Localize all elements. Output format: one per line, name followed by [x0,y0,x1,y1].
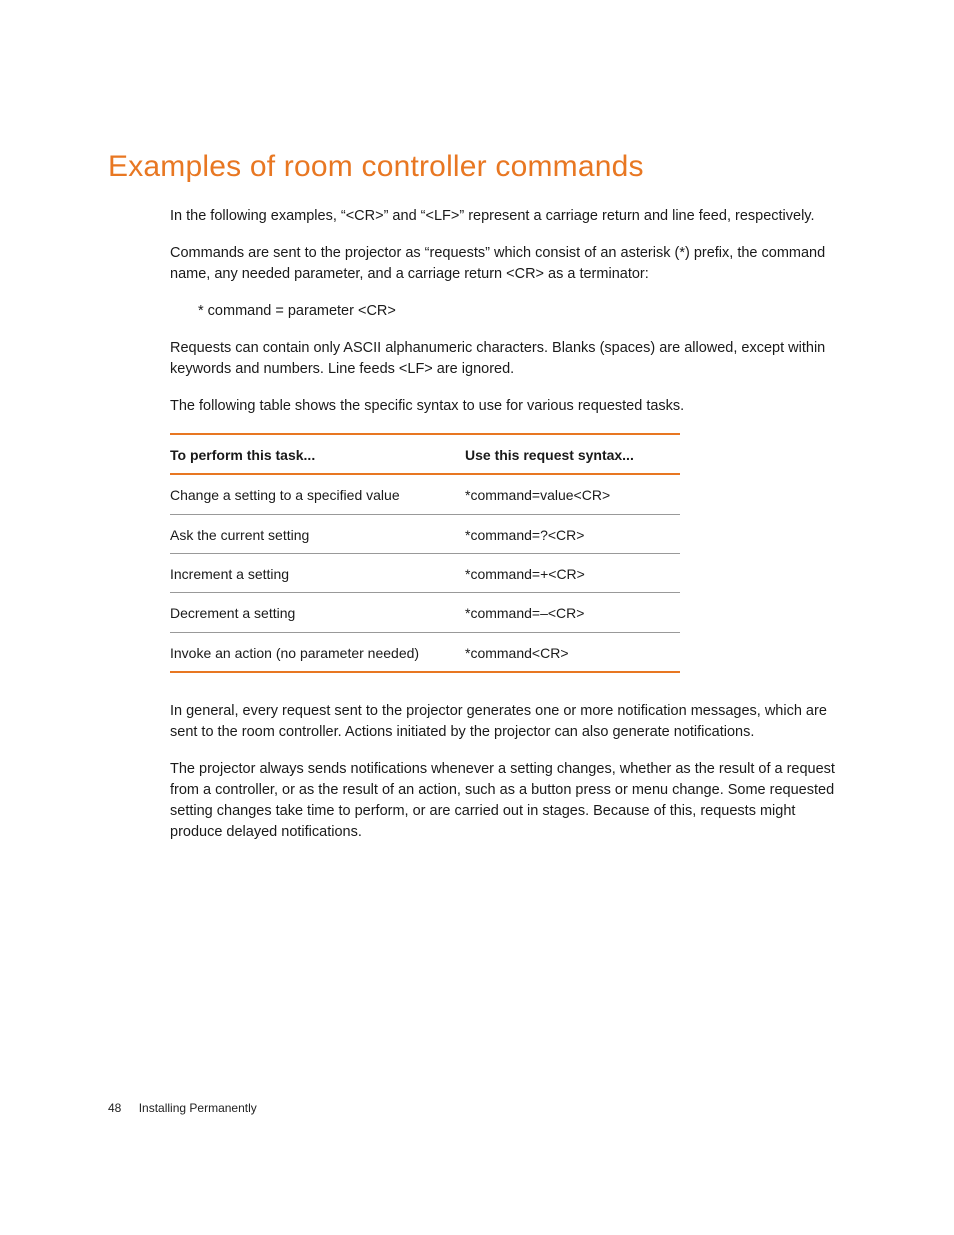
footer-section-title: Installing Permanently [139,1101,257,1115]
table-row: Decrement a setting *command=–<CR> [170,593,680,632]
table-cell-syntax: *command=+<CR> [465,554,680,593]
table-cell-syntax: *command=value<CR> [465,474,680,514]
paragraph-ascii-note: Requests can contain only ASCII alphanum… [170,338,846,380]
table-cell-task: Change a setting to a specified value [170,474,465,514]
table-cell-syntax: *command=–<CR> [465,593,680,632]
paragraph-notifications: In general, every request sent to the pr… [170,701,846,743]
table-row: Invoke an action (no parameter needed) *… [170,632,680,672]
page: Examples of room controller commands In … [0,0,954,1235]
table-cell-task: Ask the current setting [170,514,465,553]
paragraph-request-format: Commands are sent to the projector as “r… [170,243,846,285]
table-cell-syntax: *command=?<CR> [465,514,680,553]
table-header-syntax: Use this request syntax... [465,434,680,474]
page-footer: 48 Installing Permanently [108,1101,257,1115]
paragraph-intro: In the following examples, “<CR>” and “<… [170,206,846,227]
table-row: Increment a setting *command=+<CR> [170,554,680,593]
table-header-task: To perform this task... [170,434,465,474]
table-row: Ask the current setting *command=?<CR> [170,514,680,553]
table-cell-task: Decrement a setting [170,593,465,632]
page-number: 48 [108,1101,121,1115]
syntax-example-line: * command = parameter <CR> [198,301,846,322]
body-content: In the following examples, “<CR>” and “<… [170,206,846,843]
table-header-row: To perform this task... Use this request… [170,434,680,474]
syntax-table: To perform this task... Use this request… [170,433,680,673]
paragraph-table-intro: The following table shows the specific s… [170,396,846,417]
paragraph-delayed-notifications: The projector always sends notifications… [170,759,846,843]
table-row: Change a setting to a specified value *c… [170,474,680,514]
table-cell-syntax: *command<CR> [465,632,680,672]
section-heading: Examples of room controller commands [108,150,846,184]
table-cell-task: Increment a setting [170,554,465,593]
table-cell-task: Invoke an action (no parameter needed) [170,632,465,672]
